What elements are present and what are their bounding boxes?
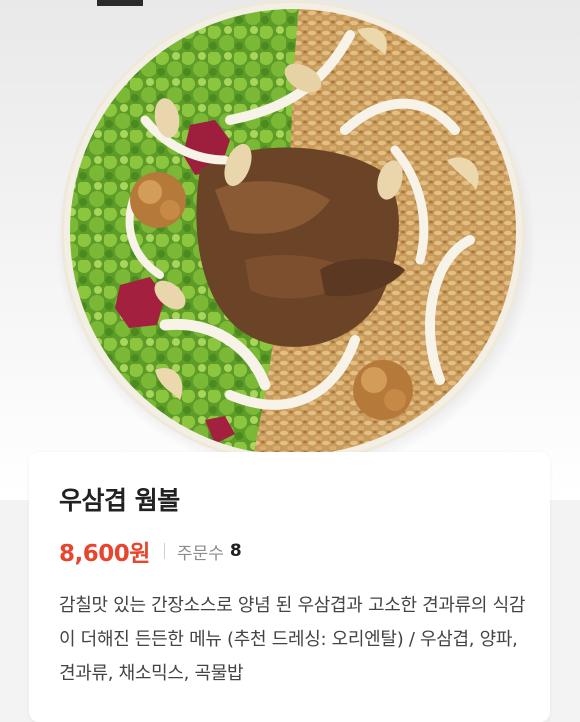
price: 8,600원 <box>59 541 150 567</box>
product-image-area <box>0 0 580 500</box>
divider <box>163 543 165 559</box>
orders-count: 8 <box>229 541 242 561</box>
orders-label: 주문수 <box>176 543 224 564</box>
menu-item-title: 우삼겹 웜볼 <box>59 486 180 515</box>
price-row: 8,600원 주문수 8 <box>59 534 242 568</box>
warm-bowl-photo <box>56 0 536 476</box>
menu-item-card: 우삼겹 웜볼 8,600원 주문수 8 감칠맛 있는 간장소스로 양념 된 우삼… <box>29 452 550 722</box>
menu-item-description: 감칠맛 있는 간장소스로 양념 된 우삼겹과 고소한 견과류의 식감이 더해진 … <box>59 595 526 684</box>
